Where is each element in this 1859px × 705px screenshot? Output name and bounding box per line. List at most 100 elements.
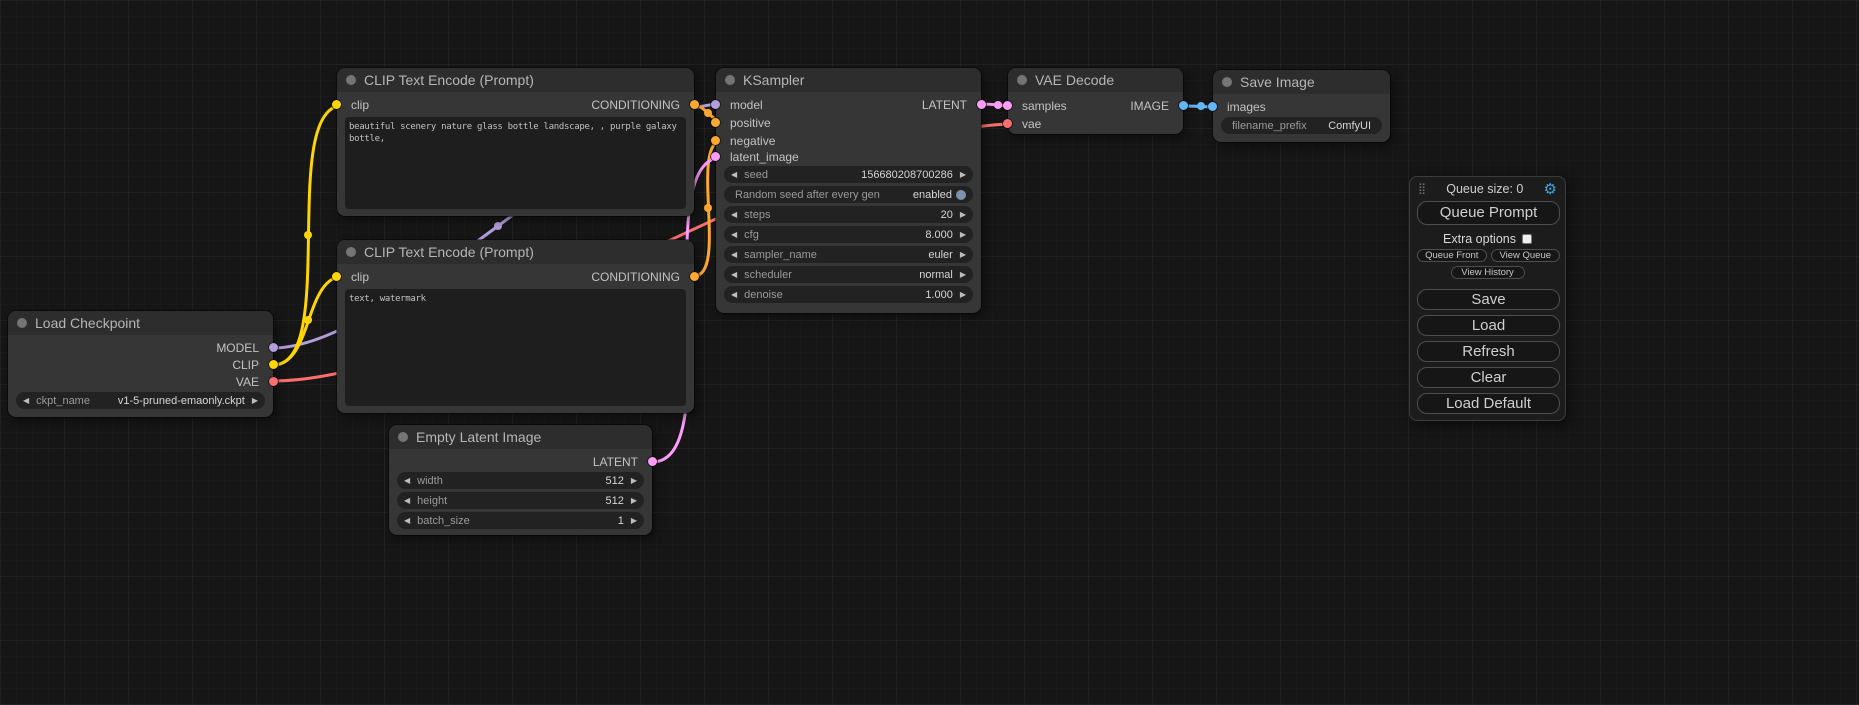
widget-denoise[interactable]: ◀ denoise 1.000 ▶ [724, 286, 973, 303]
view-history-button[interactable]: View History [1451, 266, 1525, 279]
arrow-left-icon[interactable]: ◀ [23, 397, 29, 405]
queue-front-button[interactable]: Queue Front [1417, 249, 1487, 262]
widget-name: seed [744, 169, 768, 181]
slot-dot-clip-input[interactable] [332, 100, 341, 109]
settings-gear-icon[interactable]: ⚙ [1544, 182, 1557, 197]
arrow-right-icon[interactable]: ▶ [960, 171, 966, 179]
slot-dot-negative-input[interactable] [711, 136, 720, 145]
node-clip-text-encode-positive[interactable]: CLIP Text Encode (Prompt) clip CONDITION… [337, 68, 694, 216]
arrow-right-icon[interactable]: ▶ [960, 251, 966, 259]
arrow-left-icon[interactable]: ◀ [404, 497, 410, 505]
widget-filename-prefix[interactable]: filename_prefix ComfyUI [1221, 117, 1382, 134]
arrow-right-icon[interactable]: ▶ [960, 231, 966, 239]
collapse-icon[interactable] [725, 75, 735, 85]
collapse-icon[interactable] [398, 432, 408, 442]
arrow-left-icon[interactable]: ◀ [731, 251, 737, 259]
node-title-bar[interactable]: Empty Latent Image [389, 425, 652, 449]
arrow-right-icon[interactable]: ▶ [252, 397, 258, 405]
slot-dot-latent-output[interactable] [977, 100, 986, 109]
widget-random-seed-toggle[interactable]: Random seed after every gen enabled [724, 186, 973, 203]
node-empty-latent-image[interactable]: Empty Latent Image LATENT ◀ width 512 ▶ … [389, 425, 652, 535]
arrow-left-icon[interactable]: ◀ [731, 171, 737, 179]
collapse-icon[interactable] [1222, 77, 1232, 87]
slot-dot-images-input[interactable] [1208, 102, 1217, 111]
widget-cfg[interactable]: ◀ cfg 8.000 ▶ [724, 226, 973, 243]
save-button[interactable]: Save [1417, 289, 1560, 310]
node-title-bar[interactable]: Load Checkpoint [8, 311, 273, 335]
slot-label: CONDITIONING [591, 98, 680, 112]
arrow-left-icon[interactable]: ◀ [731, 291, 737, 299]
widget-batch-size[interactable]: ◀ batch_size 1 ▶ [397, 512, 644, 529]
node-title-bar[interactable]: VAE Decode [1008, 68, 1183, 92]
collapse-icon[interactable] [1017, 75, 1027, 85]
node-title-bar[interactable]: KSampler [716, 68, 981, 92]
collapse-icon[interactable] [17, 318, 27, 328]
slot-dot-clip-output[interactable] [269, 360, 278, 369]
wire-midpoint-dot [994, 101, 1002, 109]
widget-steps[interactable]: ◀ steps 20 ▶ [724, 206, 973, 223]
queue-prompt-button[interactable]: Queue Prompt [1417, 201, 1560, 225]
arrow-left-icon[interactable]: ◀ [731, 271, 737, 279]
slot-dot-model-input[interactable] [711, 100, 720, 109]
slot-dot-samples-input[interactable] [1003, 101, 1012, 110]
node-vae-decode[interactable]: VAE Decode samples IMAGE vae [1008, 68, 1183, 134]
extra-options-checkbox[interactable] [1522, 234, 1532, 244]
prompt-textarea[interactable]: beautiful scenery nature glass bottle la… [345, 117, 686, 209]
widget-value: v1-5-pruned-emaonly.ckpt [118, 395, 245, 407]
widget-height[interactable]: ◀ height 512 ▶ [397, 492, 644, 509]
node-clip-text-encode-negative[interactable]: CLIP Text Encode (Prompt) clip CONDITION… [337, 240, 694, 413]
load-button[interactable]: Load [1417, 315, 1560, 336]
slot-row-latent-image: latent_image [716, 148, 981, 165]
refresh-button[interactable]: Refresh [1417, 341, 1560, 362]
slot-row-model-output: MODEL [8, 339, 273, 356]
load-default-button[interactable]: Load Default [1417, 393, 1560, 414]
slot-dot-image-output[interactable] [1179, 101, 1188, 110]
node-load-checkpoint[interactable]: Load Checkpoint MODEL CLIP VAE ◀ ckpt_na… [8, 311, 273, 417]
node-ksampler[interactable]: KSampler model LATENT positive negative … [716, 68, 981, 313]
node-title-bar[interactable]: CLIP Text Encode (Prompt) [337, 68, 694, 92]
node-title-bar[interactable]: CLIP Text Encode (Prompt) [337, 240, 694, 264]
drag-handle-icon[interactable]: ⣿ [1418, 184, 1426, 195]
slot-dot-latent-image-input[interactable] [711, 152, 720, 161]
collapse-icon[interactable] [346, 75, 356, 85]
node-canvas[interactable]: { "icons": { "arrow_left": "◀", "arrow_r… [0, 0, 1859, 705]
widget-name: width [417, 475, 443, 487]
slot-dot-latent-output[interactable] [648, 457, 657, 466]
toggle-knob[interactable] [956, 190, 966, 200]
clear-button[interactable]: Clear [1417, 367, 1560, 388]
arrow-left-icon[interactable]: ◀ [404, 517, 410, 525]
arrow-left-icon[interactable]: ◀ [404, 477, 410, 485]
arrow-left-icon[interactable]: ◀ [731, 231, 737, 239]
slot-dot-conditioning-output[interactable] [690, 272, 699, 281]
widget-seed[interactable]: ◀ seed 156680208700286 ▶ [724, 166, 973, 183]
slot-dot-vae-input[interactable] [1003, 119, 1012, 128]
node-title: VAE Decode [1035, 72, 1114, 88]
slot-row-latent-output: LATENT [389, 453, 652, 470]
widget-scheduler[interactable]: ◀ scheduler normal ▶ [724, 266, 973, 283]
widget-ckpt-name[interactable]: ◀ ckpt_name v1-5-pruned-emaonly.ckpt ▶ [16, 392, 265, 409]
collapse-icon[interactable] [346, 247, 356, 257]
arrow-right-icon[interactable]: ▶ [631, 517, 637, 525]
queue-panel[interactable]: ⣿ Queue size: 0 ⚙ Queue Prompt Extra opt… [1409, 176, 1566, 421]
arrow-right-icon[interactable]: ▶ [960, 271, 966, 279]
node-save-image[interactable]: Save Image images filename_prefix ComfyU… [1213, 70, 1390, 142]
node-title-bar[interactable]: Save Image [1213, 70, 1390, 94]
widget-sampler-name[interactable]: ◀ sampler_name euler ▶ [724, 246, 973, 263]
slot-dot-clip-input[interactable] [332, 272, 341, 281]
slot-dot-model-output[interactable] [269, 343, 278, 352]
arrow-right-icon[interactable]: ▶ [960, 291, 966, 299]
widget-width[interactable]: ◀ width 512 ▶ [397, 472, 644, 489]
slot-dot-vae-output[interactable] [269, 377, 278, 386]
prompt-textarea[interactable]: text, watermark [345, 289, 686, 406]
wire-midpoint-dot [704, 109, 712, 117]
slot-dot-conditioning-output[interactable] [690, 100, 699, 109]
widget-name: batch_size [417, 515, 470, 527]
slot-label: CLIP [232, 358, 259, 372]
arrow-right-icon[interactable]: ▶ [631, 497, 637, 505]
view-queue-button[interactable]: View Queue [1491, 249, 1561, 262]
arrow-right-icon[interactable]: ▶ [960, 211, 966, 219]
slot-dot-positive-input[interactable] [711, 118, 720, 127]
arrow-right-icon[interactable]: ▶ [631, 477, 637, 485]
arrow-left-icon[interactable]: ◀ [731, 211, 737, 219]
slot-label: clip [351, 270, 369, 284]
